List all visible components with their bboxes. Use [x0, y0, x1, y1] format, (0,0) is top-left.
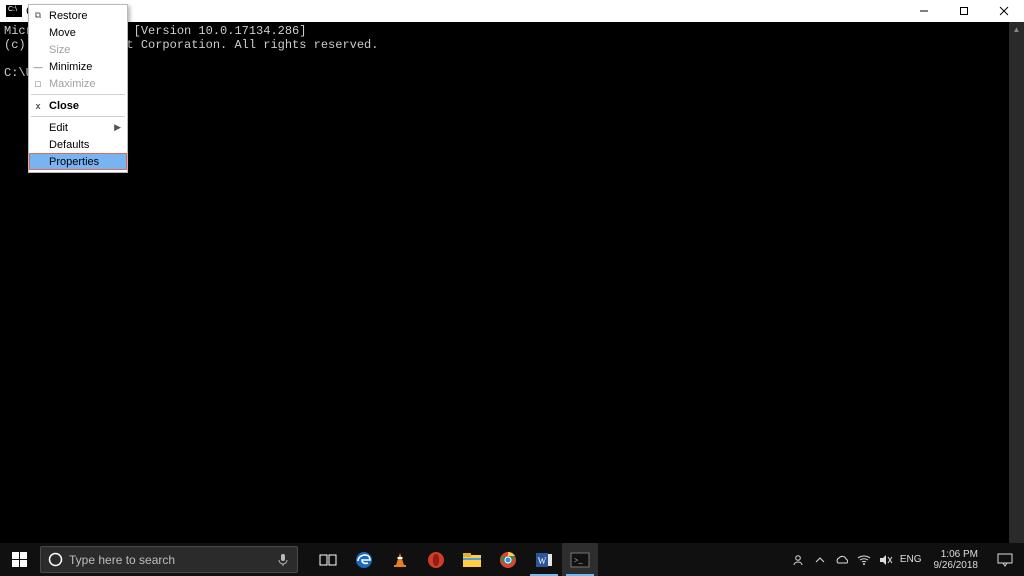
- menu-restore[interactable]: ⧉ Restore: [29, 7, 127, 24]
- start-button[interactable]: [0, 543, 38, 576]
- menu-label: Size: [49, 44, 70, 56]
- menu-properties[interactable]: Properties: [29, 153, 127, 170]
- taskbar-search[interactable]: Type here to search: [40, 546, 298, 573]
- svg-text:>_: >_: [574, 556, 584, 565]
- system-tray: ENG 1:06 PM 9/26/2018: [790, 543, 1024, 576]
- minimize-icon: —: [33, 62, 43, 72]
- menu-label: Close: [49, 100, 79, 112]
- taskbar-app-vlc[interactable]: [382, 543, 418, 576]
- menu-label: Maximize: [49, 78, 95, 90]
- close-icon: x: [33, 101, 43, 111]
- window-controls: [904, 0, 1024, 22]
- taskbar-app-edge[interactable]: [346, 543, 382, 576]
- windows-logo-icon: [12, 552, 27, 567]
- menu-close[interactable]: x Close: [29, 97, 127, 114]
- maximize-icon: □: [33, 79, 43, 89]
- window-title: C: [26, 4, 904, 18]
- wifi-icon[interactable]: [856, 554, 872, 566]
- volume-muted-icon[interactable]: [878, 554, 894, 566]
- svg-text:W: W: [538, 556, 547, 566]
- taskbar-clock[interactable]: 1:06 PM 9/26/2018: [934, 549, 979, 571]
- people-icon[interactable]: [790, 553, 806, 567]
- menu-label: Restore: [49, 10, 88, 22]
- taskbar-apps: W >_: [310, 543, 598, 576]
- restore-icon: ⧉: [33, 10, 43, 21]
- menu-size: Size: [29, 41, 127, 58]
- taskbar: Type here to search W >_: [0, 543, 1024, 576]
- chevron-right-icon: ▶: [114, 122, 121, 133]
- menu-separator: [31, 94, 125, 95]
- task-view-button[interactable]: [310, 543, 346, 576]
- menu-label: Minimize: [49, 61, 92, 73]
- action-center-button[interactable]: [990, 543, 1020, 576]
- tray-chevron-up-icon[interactable]: [812, 555, 828, 565]
- system-menu: ⧉ Restore Move Size — Minimize □ Maximiz…: [28, 4, 128, 173]
- scroll-up-icon[interactable]: ▲: [1009, 22, 1024, 37]
- taskbar-app-word[interactable]: W: [526, 543, 562, 576]
- onedrive-icon[interactable]: [834, 554, 850, 566]
- taskbar-app-file-explorer[interactable]: [454, 543, 490, 576]
- menu-defaults[interactable]: Defaults: [29, 136, 127, 153]
- microphone-icon[interactable]: [269, 553, 297, 567]
- menu-label: Edit: [49, 122, 68, 134]
- menu-label: Properties: [49, 156, 99, 168]
- menu-label: Defaults: [49, 139, 89, 151]
- menu-minimize[interactable]: — Minimize: [29, 58, 127, 75]
- menu-edit[interactable]: Edit ▶: [29, 119, 127, 136]
- clock-time: 1:06 PM: [934, 549, 979, 560]
- menu-move[interactable]: Move: [29, 24, 127, 41]
- taskbar-app-opera[interactable]: [418, 543, 454, 576]
- maximize-button[interactable]: [944, 0, 984, 22]
- taskbar-app-cmd[interactable]: >_: [562, 543, 598, 576]
- close-button[interactable]: [984, 0, 1024, 22]
- scrollbar[interactable]: ▲: [1009, 22, 1024, 543]
- terminal-body[interactable]: Microsoft Windows [Version 10.0.17134.28…: [0, 22, 1024, 543]
- taskbar-app-chrome[interactable]: [490, 543, 526, 576]
- menu-label: Move: [49, 27, 76, 39]
- menu-maximize: □ Maximize: [29, 75, 127, 92]
- search-placeholder: Type here to search: [69, 553, 269, 567]
- menu-separator: [31, 116, 125, 117]
- window-titlebar: C: [0, 0, 1024, 22]
- input-language[interactable]: ENG: [900, 554, 922, 565]
- cortana-circle-icon: [41, 552, 69, 567]
- minimize-button[interactable]: [904, 0, 944, 22]
- cmd-icon[interactable]: [6, 5, 22, 17]
- clock-date: 9/26/2018: [934, 560, 979, 571]
